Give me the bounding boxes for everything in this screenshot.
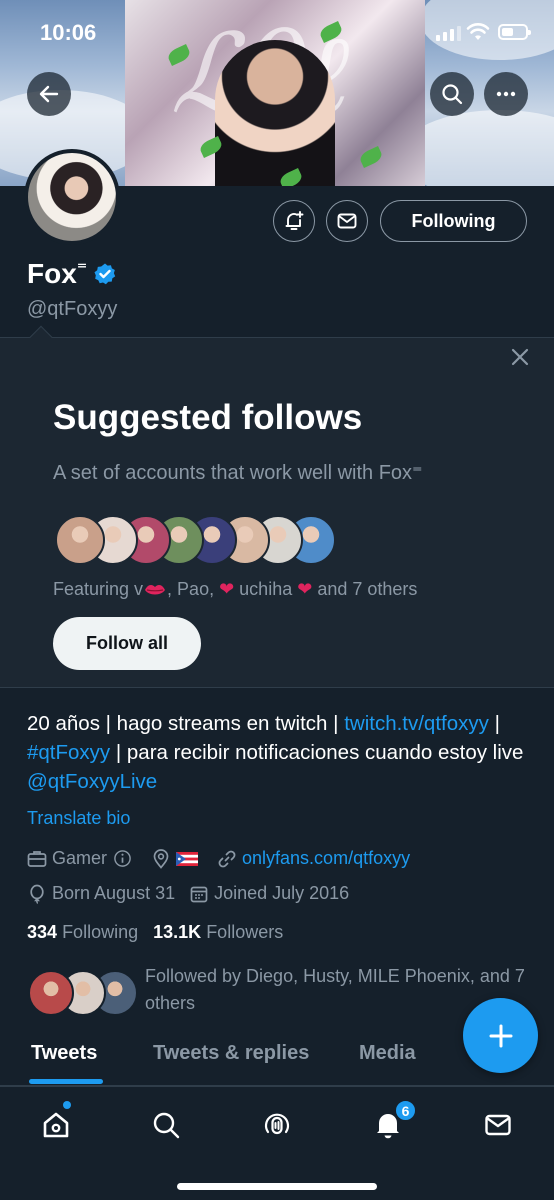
followers-count-link[interactable]: 13.1K Followers [153, 922, 283, 942]
red-heart-icon: ❤ [219, 579, 235, 599]
search-button[interactable] [430, 72, 474, 116]
spaces-microphone-icon [264, 1113, 290, 1135]
bio-text: | [488, 712, 500, 735]
birthday-item: Born August 31 [27, 883, 175, 904]
nav-home[interactable] [36, 1105, 76, 1145]
nav-search[interactable] [146, 1105, 186, 1145]
active-tab-indicator [29, 1079, 103, 1084]
bio-text: 20 años | hago streams en twitch | [27, 712, 345, 735]
suggested-subtitle: A set of accounts that work well with Fo… [53, 462, 423, 484]
envelope-icon [337, 213, 357, 229]
more-horizontal-icon [496, 91, 516, 97]
home-icon [43, 1112, 69, 1138]
following-count-link[interactable]: 334 Following [27, 922, 138, 942]
display-name-suffix: ⁼ [76, 258, 88, 281]
calendar-icon [190, 886, 208, 902]
profile-dates-row: Born August 31 Joined July 2016 [27, 883, 363, 904]
website-item[interactable]: onlyfans.com/qtfoxyy [217, 848, 410, 869]
cellular-signal-icon [436, 26, 461, 41]
status-bar: 10:06 [0, 0, 554, 60]
tab-tweets-replies[interactable]: Tweets & replies [153, 1042, 309, 1065]
follow-counts: 334 Following 13.1K Followers [27, 922, 283, 943]
follower-avatar[interactable] [28, 970, 74, 1016]
followers-count: 13.1K [153, 922, 202, 942]
following-count-label: Following [62, 922, 139, 942]
followers-count-label: Followers [206, 922, 284, 942]
featuring-prefix: Featuring v [53, 579, 144, 599]
follow-all-button[interactable]: Follow all [53, 617, 201, 670]
website-link[interactable]: onlyfans.com/qtfoxyy [242, 848, 410, 869]
back-button[interactable] [27, 72, 71, 116]
suggested-avatars[interactable] [55, 515, 336, 565]
suggested-avatar[interactable] [55, 515, 105, 565]
hashtag-link[interactable]: #qtFoxyy [27, 741, 110, 764]
wifi-icon [466, 23, 490, 40]
featuring-mid-1: , Pao, [167, 579, 220, 599]
home-new-content-dot [63, 1101, 71, 1109]
featuring-suffix: and 7 others [312, 579, 418, 599]
following-button[interactable]: Following [380, 200, 527, 242]
battery-icon [498, 24, 531, 40]
balloon-icon [30, 884, 44, 904]
notifications-bell-button[interactable] [273, 200, 315, 242]
notifications-badge: 6 [395, 1100, 416, 1121]
card-pointer [29, 325, 53, 349]
tab-tweets[interactable]: Tweets [31, 1042, 97, 1065]
following-count: 334 [27, 922, 58, 942]
category-text: Gamer [52, 848, 108, 868]
envelope-icon [485, 1114, 511, 1136]
followed-by-avatars[interactable] [28, 970, 138, 1016]
info-icon[interactable] [113, 849, 132, 868]
compose-tweet-button[interactable] [463, 998, 538, 1073]
born-text: Born August 31 [52, 883, 176, 903]
category-item: Gamer [27, 848, 137, 869]
nav-spaces[interactable] [257, 1105, 297, 1145]
profile-bio: 20 años | hago streams en twitch | twitc… [27, 709, 532, 796]
lips-emoji-icon [145, 584, 166, 594]
arrow-left-icon [39, 85, 59, 103]
message-button[interactable] [326, 200, 368, 242]
user-handle: @qtFoxyy [27, 298, 118, 320]
search-icon [153, 1112, 180, 1139]
display-name: Fox ⁼ [27, 258, 117, 290]
bio-text: | para recibir notificaciones cuando est… [110, 741, 524, 764]
joined-item: Joined July 2016 [189, 883, 349, 904]
banner-portrait [215, 40, 335, 186]
joined-text: Joined July 2016 [214, 883, 350, 903]
location-item [151, 848, 203, 869]
briefcase-icon [27, 850, 47, 867]
link-icon [218, 850, 236, 867]
featuring-text: Featuring v , Pao, ❤ uchiha ❤ and 7 othe… [53, 579, 417, 600]
twitch-link[interactable]: twitch.tv/qtfoxyy [344, 712, 489, 735]
suggested-title: Suggested follows [53, 398, 363, 437]
puerto-rico-flag-icon [176, 851, 199, 866]
featuring-mid-2: uchiha [234, 579, 298, 599]
verified-badge-icon [94, 263, 116, 285]
location-pin-icon [153, 848, 169, 869]
status-time: 10:06 [40, 20, 97, 45]
close-icon[interactable] [509, 346, 531, 368]
tab-media[interactable]: Media [359, 1042, 416, 1065]
mention-link[interactable]: @qtFoxyyLive [27, 770, 157, 793]
profile-avatar[interactable] [24, 149, 120, 245]
home-indicator[interactable] [177, 1183, 377, 1190]
plus-icon [489, 1024, 512, 1047]
profile-meta-row: Gamer onlyfans.com/qtfoxyy [27, 848, 424, 869]
red-heart-icon: ❤ [297, 579, 313, 599]
nav-messages[interactable] [478, 1105, 518, 1145]
more-button[interactable] [484, 72, 528, 116]
search-icon [442, 84, 463, 105]
bell-plus-icon [285, 211, 304, 230]
display-name-text: Fox [27, 258, 77, 289]
translate-bio-link[interactable]: Translate bio [27, 808, 130, 829]
